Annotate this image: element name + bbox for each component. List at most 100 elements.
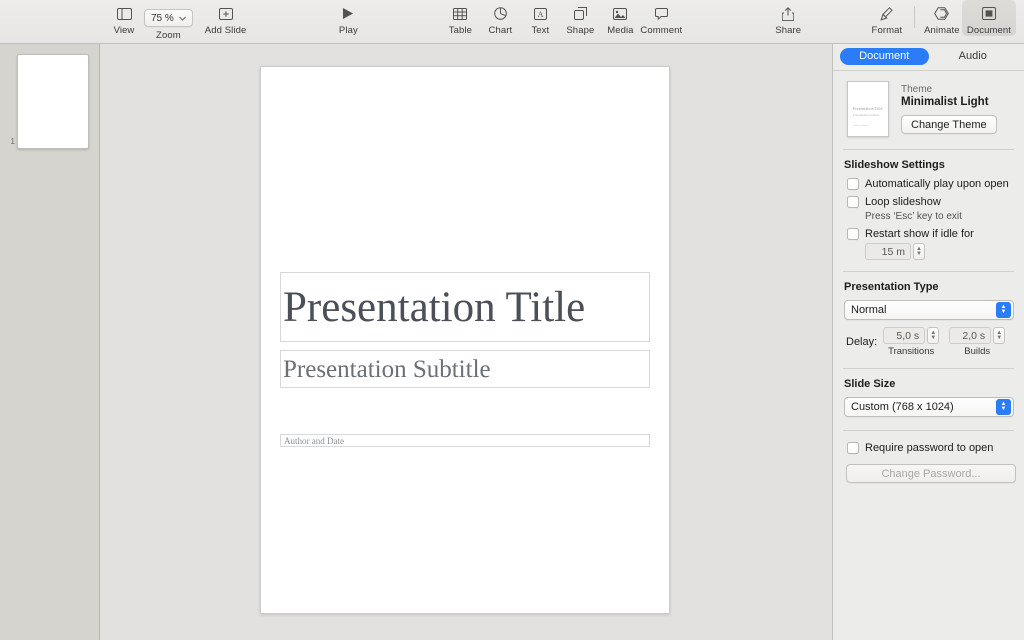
slide-author-text: Author and Date xyxy=(284,435,344,446)
document-icon xyxy=(981,5,996,22)
require-password-label: Require password to open xyxy=(865,442,994,454)
slide-surface[interactable]: Presentation Title Presentation Subtitle… xyxy=(260,66,670,614)
theme-preview-title: Presentation Title xyxy=(853,106,883,111)
slide-size-select[interactable]: Custom (768 x 1024) ▲ ▼ xyxy=(844,397,1014,417)
change-password-button[interactable]: Change Password... xyxy=(846,464,1016,483)
document-label: Document xyxy=(966,25,1011,36)
restart-idle-label: Restart show if idle for xyxy=(865,228,974,240)
theme-preview-thumbnail[interactable]: Presentation Title Presentation Subtitle… xyxy=(847,81,889,137)
transitions-value[interactable]: 5,0 s xyxy=(883,327,926,344)
toolbar-share-group: Share xyxy=(682,0,808,44)
require-password-row[interactable]: Require password to open xyxy=(844,442,1014,454)
stepper-down-icon: ▼ xyxy=(930,334,937,341)
subtitle-placeholder[interactable]: Presentation Subtitle xyxy=(280,350,650,388)
format-button[interactable]: Format xyxy=(867,0,907,36)
presentation-type-value: Normal xyxy=(851,304,887,316)
slide-navigator[interactable]: 1 xyxy=(0,44,100,640)
chart-label: Chart xyxy=(488,25,513,36)
author-placeholder[interactable]: Author and Date xyxy=(280,434,650,447)
table-button[interactable]: Table xyxy=(440,0,480,36)
builds-stepper[interactable]: ▲ ▼ xyxy=(993,327,1006,344)
main-body: 1 Presentation Title Presentation Subtit… xyxy=(0,44,1024,640)
chevron-down-icon: ▼ xyxy=(1000,309,1007,315)
media-icon xyxy=(613,5,628,22)
builds-value[interactable]: 2,0 s xyxy=(949,327,992,344)
presentation-type-select[interactable]: Normal ▲ ▼ xyxy=(844,300,1014,320)
restart-idle-value[interactable]: 15 m xyxy=(865,243,911,260)
slide-thumbnail[interactable] xyxy=(17,54,89,149)
transitions-caption: Transitions xyxy=(888,346,935,357)
slide-size-section: Slide Size Custom (768 x 1024) ▲ ▼ xyxy=(833,369,1024,417)
presentation-type-section: Presentation Type Normal ▲ ▼ Delay: 5,0 … xyxy=(833,272,1024,357)
play-label: Play xyxy=(338,25,358,36)
animate-diamond-icon xyxy=(934,5,950,22)
table-icon xyxy=(453,5,468,22)
zoom-label: Zoom xyxy=(156,30,181,41)
theme-section: Presentation Title Presentation Subtitle… xyxy=(833,71,1024,149)
shape-label: Shape xyxy=(566,25,595,36)
change-theme-button[interactable]: Change Theme xyxy=(901,115,997,134)
transitions-group: 5,0 s ▲ ▼ Transitions xyxy=(883,327,940,357)
builds-control[interactable]: 2,0 s ▲ ▼ xyxy=(949,327,1006,344)
document-inspector: Document Audio Presentation Title Presen… xyxy=(832,44,1024,640)
chevron-down-icon xyxy=(178,16,186,21)
zoom-value: 75 % xyxy=(151,12,174,24)
play-icon xyxy=(342,5,354,22)
slide-size-title: Slide Size xyxy=(844,378,896,390)
animate-button[interactable]: Animate xyxy=(922,0,962,36)
require-password-checkbox[interactable] xyxy=(847,442,859,454)
stepper-down-icon: ▼ xyxy=(996,334,1003,341)
zoom-dropdown-icon[interactable]: 75 % xyxy=(144,9,193,27)
theme-preview-subtitle: Presentation Subtitle xyxy=(853,113,880,117)
toolbar-play-group: Play xyxy=(246,0,368,44)
theme-preview-author: Author and Date xyxy=(853,124,869,127)
text-icon: A xyxy=(533,5,547,22)
comment-button[interactable]: Comment xyxy=(640,0,682,36)
share-label: Share xyxy=(775,25,802,36)
select-chevrons-icon: ▲ ▼ xyxy=(996,399,1011,415)
text-button[interactable]: A Text xyxy=(520,0,560,36)
loop-slideshow-row[interactable]: Loop slideshow Press ‘Esc’ key to exit xyxy=(844,196,1014,222)
builds-group: 2,0 s ▲ ▼ Builds xyxy=(949,327,1006,357)
tab-document[interactable]: Document xyxy=(840,48,929,65)
format-label: Format xyxy=(871,25,903,36)
play-button[interactable]: Play xyxy=(328,0,368,36)
toolbar-insert-group: Table Chart A Text Shape Media Comment xyxy=(368,0,682,44)
theme-info: Theme Minimalist Light Change Theme xyxy=(901,81,997,134)
loop-slideshow-checkbox[interactable] xyxy=(847,196,859,208)
slide-thumbnail-row[interactable]: 1 xyxy=(0,54,99,149)
slideshow-settings-title: Slideshow Settings xyxy=(844,159,945,171)
chart-icon xyxy=(494,5,507,22)
theme-kicker: Theme xyxy=(901,84,933,95)
view-button[interactable]: View xyxy=(104,0,144,36)
text-label: Text xyxy=(531,25,550,36)
slide-number: 1 xyxy=(10,137,15,146)
delay-label: Delay: xyxy=(846,336,878,348)
slide-canvas[interactable]: Presentation Title Presentation Subtitle… xyxy=(100,44,832,640)
shape-button[interactable]: Shape xyxy=(560,0,600,36)
loop-slideshow-label: Loop slideshow xyxy=(865,196,941,208)
inspector-tabs: Document Audio xyxy=(833,44,1024,70)
auto-play-row[interactable]: Automatically play upon open xyxy=(844,178,1014,190)
slideshow-settings-section: Slideshow Settings Automatically play up… xyxy=(833,150,1024,260)
transitions-control[interactable]: 5,0 s ▲ ▼ xyxy=(883,327,940,344)
media-button[interactable]: Media xyxy=(600,0,640,36)
share-button[interactable]: Share xyxy=(768,0,808,36)
tab-audio[interactable]: Audio xyxy=(929,48,1018,65)
sidebar-panel-icon xyxy=(116,5,132,22)
add-slide-label: Add Slide xyxy=(204,25,247,36)
restart-idle-stepper[interactable]: ▲ ▼ xyxy=(913,243,925,260)
document-button[interactable]: Document xyxy=(961,0,1016,36)
restart-idle-row[interactable]: Restart show if idle for xyxy=(844,228,1014,240)
chart-button[interactable]: Chart xyxy=(480,0,520,36)
add-slide-button[interactable]: Add Slide xyxy=(205,0,247,36)
restart-idle-stepper-group[interactable]: 15 m ▲ ▼ xyxy=(865,243,1014,260)
zoom-control[interactable]: 75 % Zoom xyxy=(144,0,193,41)
restart-idle-checkbox[interactable] xyxy=(847,228,859,240)
keynote-window: View 75 % Zoom Add Slide Play Table Char… xyxy=(0,0,1024,640)
slide-size-value: Custom (768 x 1024) xyxy=(851,401,954,413)
auto-play-checkbox[interactable] xyxy=(847,178,859,190)
transitions-stepper[interactable]: ▲ ▼ xyxy=(927,327,940,344)
builds-caption: Builds xyxy=(964,346,991,357)
title-placeholder[interactable]: Presentation Title xyxy=(280,272,650,342)
